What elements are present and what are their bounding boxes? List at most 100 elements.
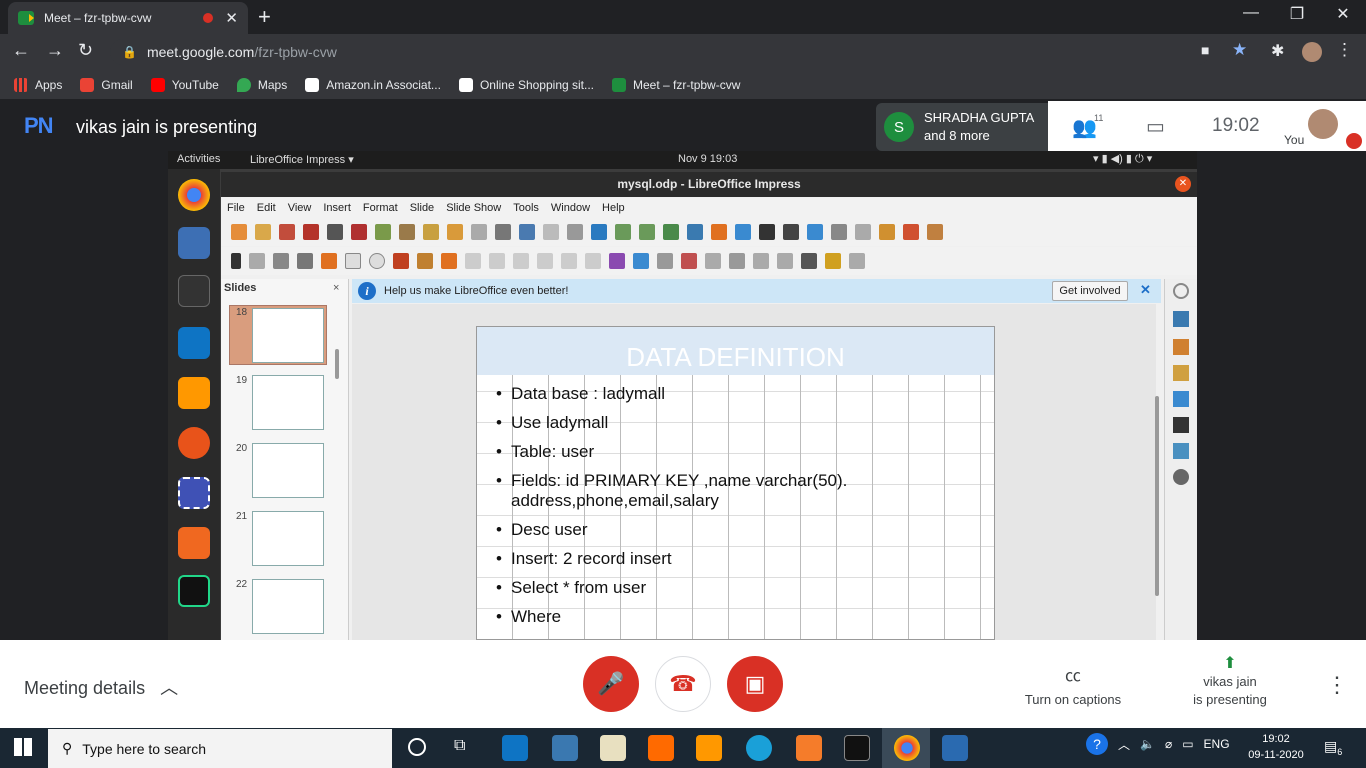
self-avatar[interactable]: [1308, 109, 1338, 139]
photos-taskbar-icon[interactable]: [942, 735, 968, 761]
print-icon[interactable]: [327, 224, 343, 240]
table-icon[interactable]: [663, 224, 679, 240]
animation-icon[interactable]: [1173, 365, 1189, 381]
leave-call-button[interactable]: ☎: [655, 656, 711, 712]
taskbar-clock[interactable]: 19:02 09-11-2020: [1246, 731, 1306, 763]
chrome-menu-icon[interactable]: ⋮: [1336, 40, 1353, 60]
symbol-shapes-icon[interactable]: [489, 253, 505, 269]
duplicate-slide-icon[interactable]: [639, 224, 655, 240]
slide-thumbnail[interactable]: [252, 443, 324, 498]
presenting-status-button[interactable]: ⬆ vikas jain is presenting: [1180, 655, 1280, 709]
postman-dock-icon[interactable]: [178, 427, 210, 459]
select-icon[interactable]: [231, 253, 241, 269]
bookmark-apps[interactable]: Apps: [14, 77, 62, 92]
zoom-pan-icon[interactable]: [249, 253, 265, 269]
ellipse-icon[interactable]: [369, 253, 385, 269]
delete-slide-icon[interactable]: [903, 224, 919, 240]
sublime-taskbar-icon[interactable]: [696, 735, 722, 761]
new-icon[interactable]: [231, 224, 247, 240]
media-icon[interactable]: [711, 224, 727, 240]
line-icon[interactable]: [321, 253, 337, 269]
glue-points-icon[interactable]: [825, 253, 841, 269]
settings-icon[interactable]: [1173, 283, 1189, 299]
new-tab-button[interactable]: +: [258, 4, 271, 30]
close-panel-icon[interactable]: ×: [333, 282, 339, 294]
distribute-icon[interactable]: [705, 253, 721, 269]
notifications-icon[interactable]: ▤6: [1324, 738, 1342, 757]
terminal-dock-icon[interactable]: [178, 275, 210, 307]
stars-icon[interactable]: [585, 253, 601, 269]
menu-file[interactable]: File: [227, 202, 245, 214]
text-box-icon[interactable]: [759, 224, 775, 240]
redo-icon[interactable]: [471, 224, 487, 240]
clone-format-icon[interactable]: [423, 224, 439, 240]
windows-start-icon[interactable]: [14, 738, 32, 756]
app-menu-label[interactable]: LibreOffice Impress ▾: [250, 153, 354, 166]
edge-taskbar-icon[interactable]: [746, 735, 772, 761]
flowchart-icon[interactable]: [537, 253, 553, 269]
bookmark-maps[interactable]: Maps: [236, 77, 287, 92]
language-indicator[interactable]: ENG: [1204, 737, 1230, 751]
files-dock-icon[interactable]: [178, 227, 210, 259]
3d-objects-icon[interactable]: [609, 253, 625, 269]
sublime-dock-icon[interactable]: [178, 377, 210, 409]
vscode-dock-icon[interactable]: [178, 327, 210, 359]
back-icon[interactable]: ←: [12, 40, 30, 61]
rectangle-icon[interactable]: [345, 253, 361, 269]
arrow-icon[interactable]: [393, 253, 409, 269]
master-slides-icon[interactable]: [1173, 339, 1189, 355]
pdf-icon[interactable]: [303, 224, 319, 240]
captions-button[interactable]: ㏄ Turn on captions: [1014, 662, 1132, 707]
slide-bullet-list[interactable]: Data base : ladymall Use ladymall Table:…: [496, 384, 976, 636]
slide-thumbnail[interactable]: [252, 375, 324, 430]
bookmark-meet[interactable]: Meet – fzr-tpbw-cvw: [612, 77, 740, 92]
bookmark-youtube[interactable]: YouTube: [150, 77, 219, 92]
display-views-icon[interactable]: [567, 224, 583, 240]
fill-color-icon[interactable]: [297, 253, 313, 269]
copy-icon[interactable]: [375, 224, 391, 240]
minimize-icon[interactable]: —: [1228, 4, 1274, 22]
browser-tab[interactable]: Meet – fzr-tpbw-cvw ✕: [8, 2, 248, 34]
master-slide-icon[interactable]: [591, 224, 607, 240]
line-color-icon[interactable]: [273, 253, 289, 269]
callouts-icon[interactable]: [561, 253, 577, 269]
participant-chip[interactable]: S SHRADHA GUPTA and 8 more: [876, 103, 1048, 151]
arrange-icon[interactable]: [681, 253, 697, 269]
special-character-icon[interactable]: [783, 224, 799, 240]
battery-icon[interactable]: ▭: [1182, 737, 1193, 751]
python-taskbar-icon[interactable]: [552, 735, 578, 761]
styles-icon[interactable]: [1173, 417, 1189, 433]
menu-format[interactable]: Format: [363, 202, 398, 214]
save-icon[interactable]: [279, 224, 295, 240]
undo-icon[interactable]: [447, 224, 463, 240]
navigator-icon[interactable]: [1173, 469, 1189, 485]
bookmark-gmail[interactable]: Gmail: [80, 77, 133, 92]
menu-edit[interactable]: Edit: [257, 202, 276, 214]
slide-thumbnail[interactable]: [252, 579, 324, 634]
cut-icon[interactable]: [351, 224, 367, 240]
volume-icon[interactable]: 🔈: [1140, 737, 1155, 751]
slide-transition-icon[interactable]: [927, 224, 943, 240]
menu-view[interactable]: View: [288, 202, 312, 214]
gallery-icon[interactable]: [1173, 443, 1189, 459]
vscode-taskbar-icon[interactable]: [502, 735, 528, 761]
terminal-taskbar-icon[interactable]: [844, 735, 870, 761]
rotate-icon[interactable]: [633, 253, 649, 269]
find-replace-icon[interactable]: [495, 224, 511, 240]
slide-thumbnail[interactable]: [252, 308, 324, 363]
files-taskbar-icon[interactable]: [600, 735, 626, 761]
task-view-icon[interactable]: ⧉: [454, 737, 465, 755]
profile-avatar[interactable]: [1302, 42, 1322, 62]
slide-heading[interactable]: DATA DEFINITION: [477, 327, 994, 375]
spelling-icon[interactable]: [519, 224, 535, 240]
properties-icon[interactable]: [1173, 311, 1189, 327]
menu-slideshow[interactable]: Slide Show: [446, 202, 501, 214]
xampp-taskbar-icon[interactable]: [796, 735, 822, 761]
mic-toggle-button[interactable]: 🎤: [583, 656, 639, 712]
help-icon[interactable]: ?: [1086, 733, 1108, 755]
slide-layout-icon[interactable]: [879, 224, 895, 240]
connector-icon[interactable]: [441, 253, 457, 269]
align-icon[interactable]: [657, 253, 673, 269]
image-icon[interactable]: [687, 224, 703, 240]
camera-toggle-button[interactable]: ▣: [727, 656, 783, 712]
